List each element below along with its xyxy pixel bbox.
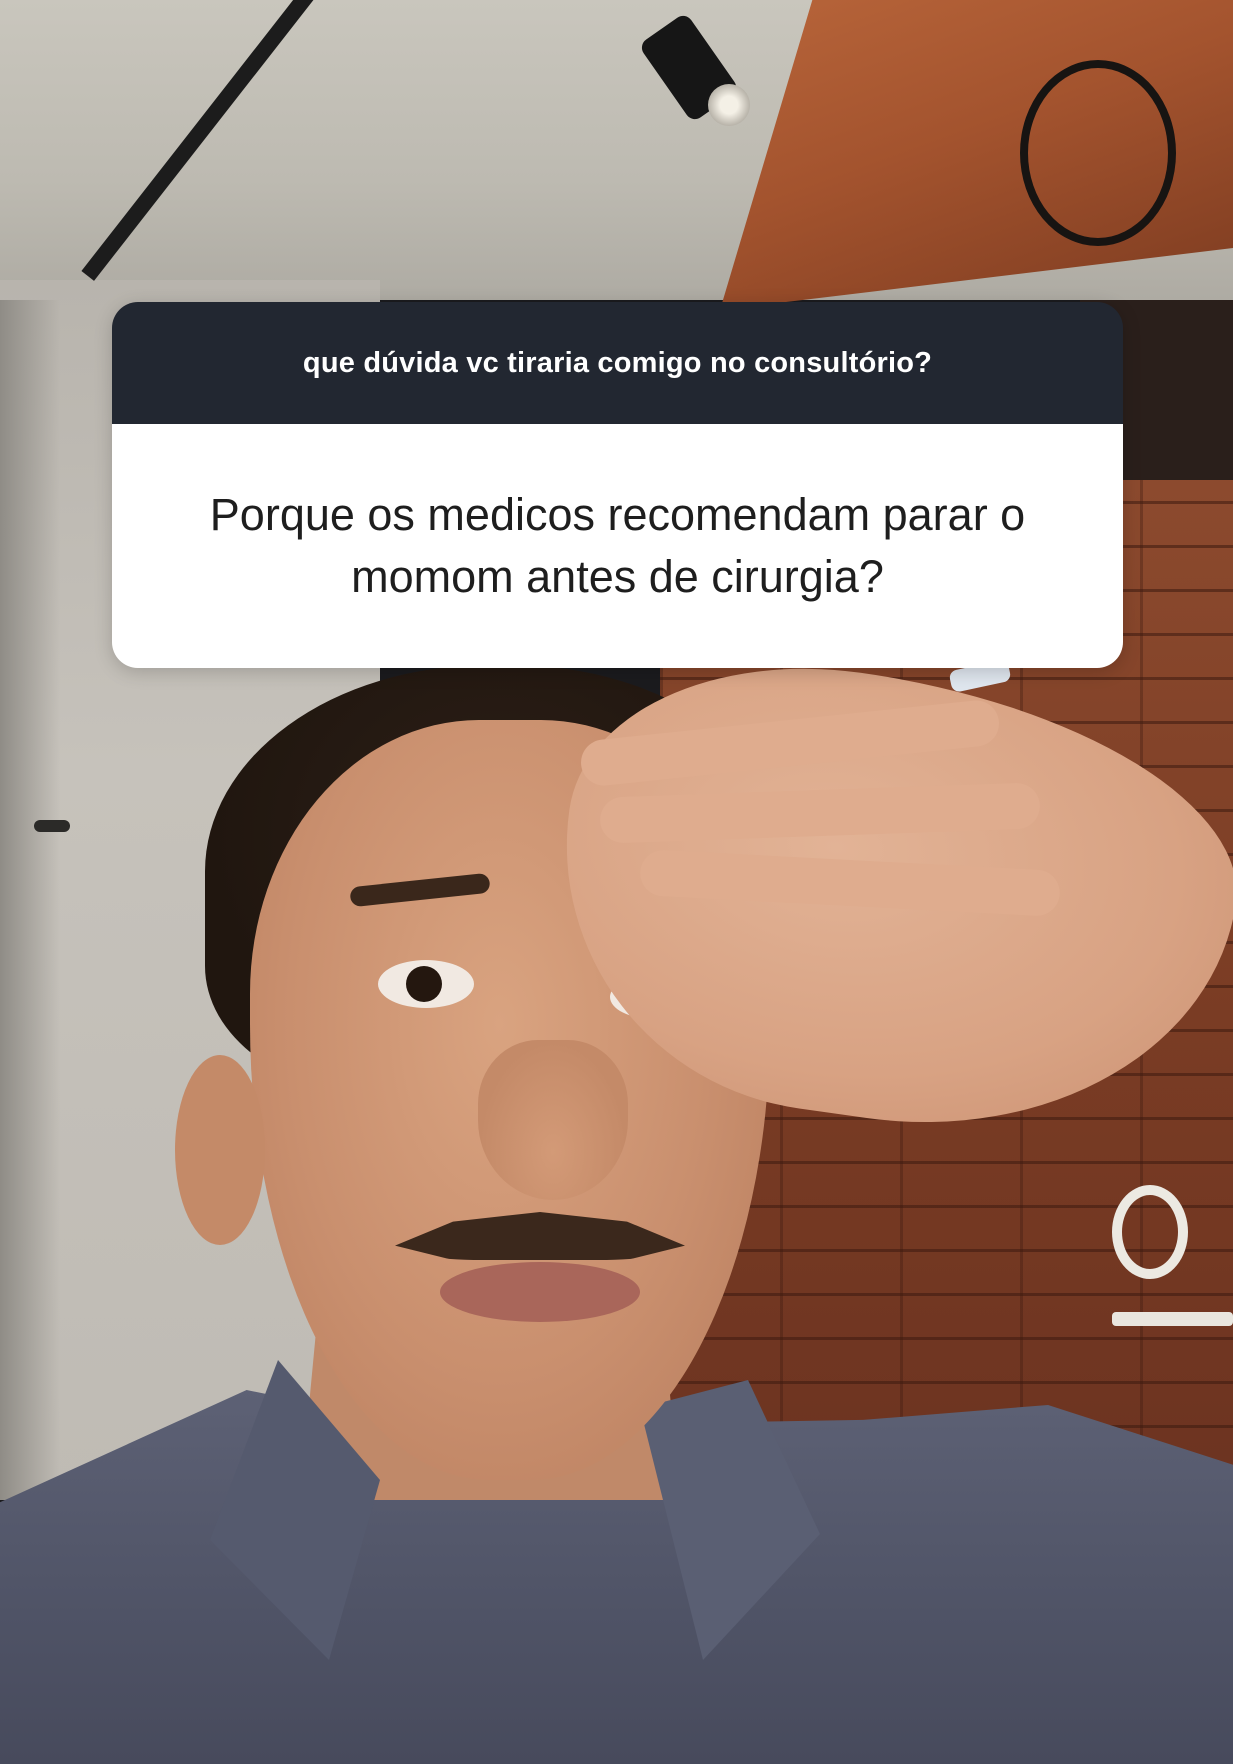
story-frame: que dúvida vc tiraria comigo no consultó…	[0, 0, 1233, 1764]
left-eye	[378, 960, 474, 1008]
question-prompt: que dúvida vc tiraria comigo no consultó…	[302, 346, 933, 379]
question-sticker-header: que dúvida vc tiraria comigo no consultó…	[112, 302, 1123, 424]
question-answer: Porque os medicos recomendam parar o mom…	[209, 489, 1026, 602]
ear	[175, 1055, 265, 1245]
mouth	[440, 1262, 640, 1322]
question-sticker-body: Porque os medicos recomendam parar o mom…	[112, 424, 1123, 668]
question-sticker[interactable]: que dúvida vc tiraria comigo no consultó…	[112, 302, 1123, 668]
person-photo	[0, 0, 1233, 1764]
nose	[478, 1040, 628, 1200]
